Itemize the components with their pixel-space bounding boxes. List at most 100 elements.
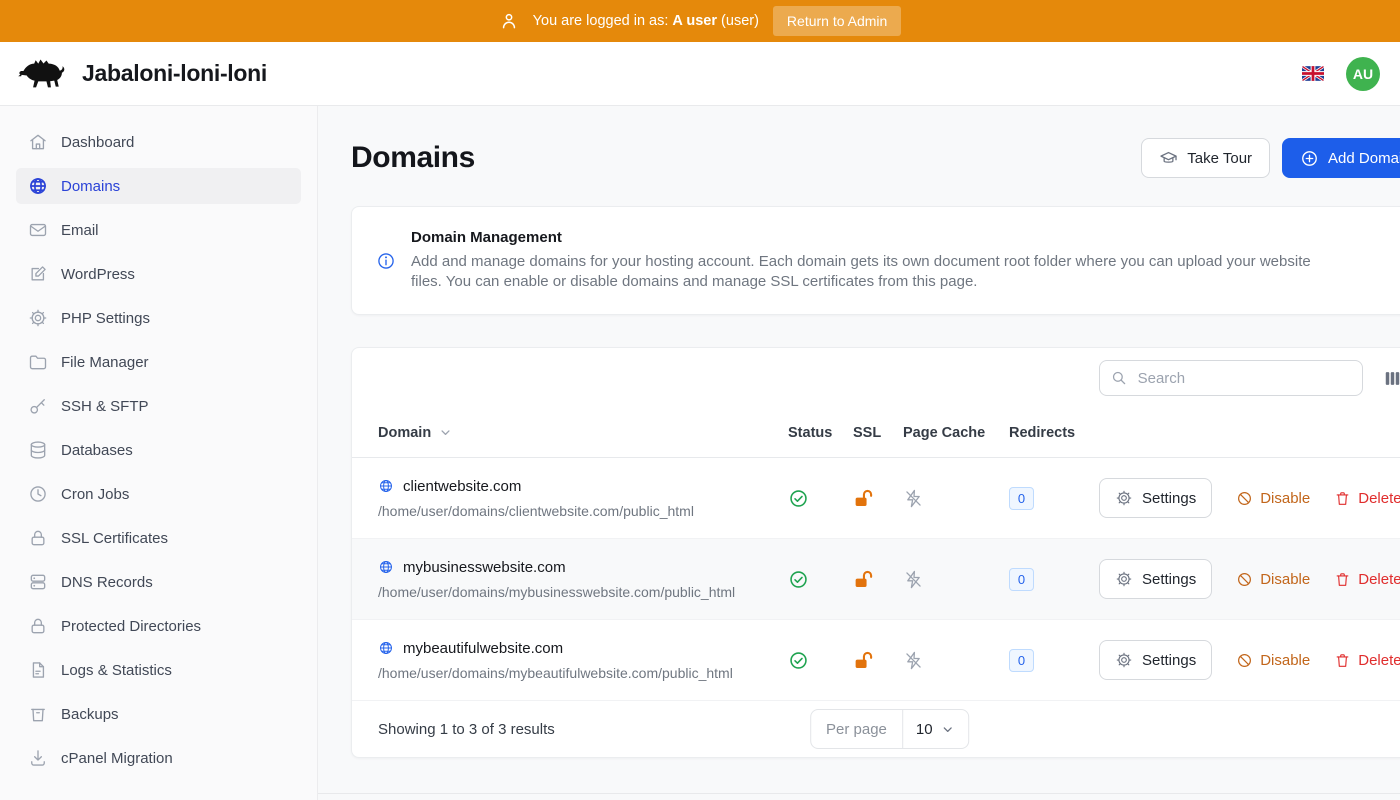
ban-icon (1236, 652, 1253, 669)
page-cache-off-icon[interactable] (903, 650, 1009, 671)
return-to-admin-button[interactable]: Return to Admin (773, 6, 901, 36)
ssl-unlocked-icon[interactable] (853, 488, 903, 509)
trash-icon (1334, 652, 1351, 669)
sidebar-item-label: Logs & Statistics (61, 662, 172, 679)
document-icon (28, 660, 48, 680)
per-page-control: Per page 10 (810, 709, 970, 749)
page-cache-off-icon[interactable] (903, 569, 1009, 590)
envelope-icon (28, 220, 48, 240)
gear-icon (28, 308, 48, 328)
user-icon (499, 11, 519, 31)
globe-icon (28, 176, 48, 196)
avatar[interactable]: AU (1346, 57, 1380, 91)
column-header-domain[interactable]: Domain (378, 425, 788, 441)
ban-icon (1236, 571, 1253, 588)
search-input[interactable] (1099, 360, 1363, 396)
brand-name: Jabaloni-loni-loni (82, 60, 267, 87)
take-tour-button[interactable]: Take Tour (1141, 138, 1270, 178)
gear-icon (1115, 489, 1133, 507)
chevron-down-icon (941, 722, 956, 737)
table-footer: Showing 1 to 3 of 3 results Per page 10 (352, 701, 1400, 757)
pencil-icon (28, 264, 48, 284)
sidebar-item-file-manager[interactable]: File Manager (16, 344, 301, 380)
sidebar-item-php-settings[interactable]: PHP Settings (16, 300, 301, 336)
plus-circle-icon (1300, 149, 1319, 168)
sidebar-item-databases[interactable]: Databases (16, 432, 301, 468)
globe-icon (378, 478, 394, 494)
search-box (1099, 360, 1363, 396)
columns-icon (1383, 369, 1400, 388)
column-header-redirects: Redirects (1009, 425, 1099, 441)
page-cache-off-icon[interactable] (903, 488, 1009, 509)
brand[interactable]: Jabaloni-loni-loni (16, 54, 267, 94)
results-summary: Showing 1 to 3 of 3 results (378, 721, 555, 738)
sidebar-item-label: WordPress (61, 266, 135, 283)
column-header-status: Status (788, 425, 853, 441)
columns-toggle-button[interactable] (1381, 367, 1400, 390)
impersonation-message: You are logged in as: A user (user) (533, 13, 759, 29)
info-card-description: Add and manage domains for your hosting … (411, 252, 1311, 292)
ssl-unlocked-icon[interactable] (853, 650, 903, 671)
sidebar-item-ssh-sftp[interactable]: SSH & SFTP (16, 388, 301, 424)
delete-button[interactable]: Delete (1334, 652, 1400, 669)
info-card-title: Domain Management (411, 229, 1311, 246)
disable-button[interactable]: Disable (1236, 652, 1310, 669)
gear-icon (1115, 651, 1133, 669)
disable-button[interactable]: Disable (1236, 571, 1310, 588)
status-active-icon (788, 488, 853, 509)
sidebar-item-label: Email (61, 222, 99, 239)
sidebar-item-label: Cron Jobs (61, 486, 129, 503)
sidebar-item-label: File Manager (61, 354, 149, 371)
disable-button[interactable]: Disable (1236, 490, 1310, 507)
redirects-count-badge[interactable]: 0 (1009, 568, 1034, 591)
sidebar-item-label: PHP Settings (61, 310, 150, 327)
document-root-path: /home/user/domains/clientwebsite.com/pub… (378, 503, 788, 519)
document-root-path: /home/user/domains/mybusinesswebsite.com… (378, 584, 788, 600)
sidebar-item-label: DNS Records (61, 574, 153, 591)
domain-management-info-card: Domain Management Add and manage domains… (351, 206, 1400, 315)
sidebar-item-ssl-certificates[interactable]: SSL Certificates (16, 520, 301, 556)
folder-icon (28, 352, 48, 372)
impersonation-banner: You are logged in as: A user (user) Retu… (0, 0, 1400, 42)
sidebar-item-wordpress[interactable]: WordPress (16, 256, 301, 292)
table-row: clientwebsite.com /home/user/domains/cli… (352, 458, 1400, 539)
info-icon (376, 229, 396, 292)
domain-name: mybeautifulwebsite.com (378, 640, 788, 657)
redirects-count-badge[interactable]: 0 (1009, 487, 1034, 510)
delete-button[interactable]: Delete (1334, 571, 1400, 588)
globe-icon (378, 640, 394, 656)
status-active-icon (788, 569, 853, 590)
delete-button[interactable]: Delete (1334, 490, 1400, 507)
domain-name: clientwebsite.com (378, 478, 788, 495)
domains-table: Domain Status SSL Page Cache Redirects c… (351, 347, 1400, 758)
sidebar-item-label: SSL Certificates (61, 530, 168, 547)
sidebar-item-logs-statistics[interactable]: Logs & Statistics (16, 652, 301, 688)
sidebar-item-label: Domains (61, 178, 120, 195)
sidebar-item-dns-records[interactable]: DNS Records (16, 564, 301, 600)
clock-icon (28, 484, 48, 504)
sidebar-item-dashboard[interactable]: Dashboard (16, 124, 301, 160)
redirects-count-badge[interactable]: 0 (1009, 649, 1034, 672)
table-row: mybeautifulwebsite.com /home/user/domain… (352, 620, 1400, 701)
content-divider (318, 793, 1400, 794)
sidebar-item-backups[interactable]: Backups (16, 696, 301, 732)
per-page-select[interactable]: 10 (903, 710, 969, 748)
gear-icon (1115, 570, 1133, 588)
sidebar-item-domains[interactable]: Domains (16, 168, 301, 204)
sidebar-item-cron-jobs[interactable]: Cron Jobs (16, 476, 301, 512)
add-domain-button[interactable]: Add Domain (1282, 138, 1400, 178)
sidebar-item-cpanel-migration[interactable]: cPanel Migration (16, 740, 301, 776)
sidebar-item-label: Dashboard (61, 134, 134, 151)
settings-button[interactable]: Settings (1099, 478, 1212, 518)
settings-button[interactable]: Settings (1099, 559, 1212, 599)
database-icon (28, 440, 48, 460)
ssl-unlocked-icon[interactable] (853, 569, 903, 590)
main-content: Domains Take Tour Add Domain Domain Mana… (318, 106, 1400, 800)
language-flag-icon[interactable] (1302, 66, 1324, 81)
sidebar-item-label: cPanel Migration (61, 750, 173, 767)
settings-button[interactable]: Settings (1099, 640, 1212, 680)
page-title: Domains (351, 141, 475, 175)
sidebar-item-protected-directories[interactable]: Protected Directories (16, 608, 301, 644)
sidebar-item-label: Protected Directories (61, 618, 201, 635)
sidebar-item-email[interactable]: Email (16, 212, 301, 248)
